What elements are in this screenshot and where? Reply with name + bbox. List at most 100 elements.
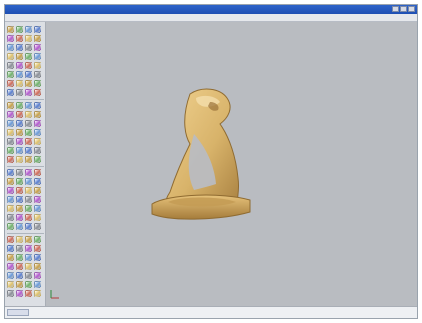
maximize-button[interactable] [400,6,407,12]
toolbar-tool-icon[interactable] [34,102,41,109]
toolbar-tool-icon[interactable] [25,89,32,96]
toolbar-tool-icon[interactable] [16,129,23,136]
toolbar-tool-icon[interactable] [34,129,41,136]
toolbar-tool-icon[interactable] [25,102,32,109]
toolbar-tool-icon[interactable] [25,223,32,230]
toolbar-tool-icon[interactable] [7,89,14,96]
toolbar-tool-icon[interactable] [7,138,14,145]
toolbar-tool-icon[interactable] [34,71,41,78]
toolbar-tool-icon[interactable] [34,80,41,87]
toolbar-tool-icon[interactable] [25,156,32,163]
toolbar-tool-icon[interactable] [7,254,14,261]
toolbar-tool-icon[interactable] [25,187,32,194]
toolbar-tool-icon[interactable] [7,53,14,60]
toolbar-tool-icon[interactable] [16,26,23,33]
toolbar-tool-icon[interactable] [16,196,23,203]
toolbar-tool-icon[interactable] [7,178,14,185]
toolbar-tool-icon[interactable] [34,26,41,33]
toolbar-tool-icon[interactable] [34,214,41,221]
toolbar-tool-icon[interactable] [7,147,14,154]
toolbar-tool-icon[interactable] [34,205,41,212]
toolbar-tool-icon[interactable] [25,138,32,145]
toolbar-tool-icon[interactable] [7,223,14,230]
toolbar-tool-icon[interactable] [7,214,14,221]
toolbar-tool-icon[interactable] [25,290,32,297]
toolbar-tool-icon[interactable] [25,263,32,270]
toolbar-tool-icon[interactable] [7,290,14,297]
toolbar-tool-icon[interactable] [25,196,32,203]
toolbar-tool-icon[interactable] [34,62,41,69]
toolbar-tool-icon[interactable] [34,178,41,185]
toolbar-tool-icon[interactable] [34,147,41,154]
toolbar-tool-icon[interactable] [34,236,41,243]
toolbar-tool-icon[interactable] [25,272,32,279]
toolbar-tool-icon[interactable] [25,178,32,185]
3d-viewport[interactable] [46,22,417,308]
toolbar-tool-icon[interactable] [34,272,41,279]
toolbar-tool-icon[interactable] [16,254,23,261]
toolbar-tool-icon[interactable] [25,254,32,261]
toolbar-tool-icon[interactable] [16,44,23,51]
toolbar-tool-icon[interactable] [16,187,23,194]
toolbar-tool-icon[interactable] [16,290,23,297]
toolbar-tool-icon[interactable] [7,169,14,176]
toolbar-tool-icon[interactable] [25,169,32,176]
toolbar-tool-icon[interactable] [16,205,23,212]
toolbar-tool-icon[interactable] [7,35,14,42]
toolbar-tool-icon[interactable] [16,178,23,185]
toolbar-tool-icon[interactable] [16,281,23,288]
toolbar-tool-icon[interactable] [16,245,23,252]
toolbar-tool-icon[interactable] [16,80,23,87]
toolbar-tool-icon[interactable] [16,272,23,279]
close-button[interactable] [408,6,415,12]
toolbar-tool-icon[interactable] [16,89,23,96]
toolbar-tool-icon[interactable] [7,187,14,194]
toolbar-tool-icon[interactable] [34,44,41,51]
toolbar-tool-icon[interactable] [7,62,14,69]
toolbar-tool-icon[interactable] [25,147,32,154]
toolbar-tool-icon[interactable] [34,223,41,230]
toolbar-tool-icon[interactable] [34,196,41,203]
toolbar-tool-icon[interactable] [34,169,41,176]
toolbar-tool-icon[interactable] [7,44,14,51]
toolbar-tool-icon[interactable] [16,53,23,60]
toolbar-tool-icon[interactable] [16,169,23,176]
toolbar-tool-icon[interactable] [25,245,32,252]
toolbar-tool-icon[interactable] [25,129,32,136]
toolbar-tool-icon[interactable] [7,205,14,212]
toolbar-tool-icon[interactable] [25,236,32,243]
toolbar-tool-icon[interactable] [34,138,41,145]
toolbar-tool-icon[interactable] [7,156,14,163]
toolbar-tool-icon[interactable] [25,205,32,212]
toolbar-tool-icon[interactable] [34,120,41,127]
toolbar-tool-icon[interactable] [25,120,32,127]
toolbar-tool-icon[interactable] [7,71,14,78]
toolbar-tool-icon[interactable] [7,281,14,288]
toolbar-tool-icon[interactable] [7,236,14,243]
toolbar-tool-icon[interactable] [25,26,32,33]
toolbar-tool-icon[interactable] [25,71,32,78]
toolbar-tool-icon[interactable] [7,263,14,270]
toolbar-tool-icon[interactable] [25,44,32,51]
toolbar-tool-icon[interactable] [34,254,41,261]
toolbar-tool-icon[interactable] [16,236,23,243]
toolbar-tool-icon[interactable] [34,156,41,163]
3d-model[interactable] [150,86,252,222]
toolbar-tool-icon[interactable] [34,187,41,194]
toolbar-tool-icon[interactable] [25,35,32,42]
toolbar-tool-icon[interactable] [16,111,23,118]
title-bar[interactable] [5,5,417,14]
toolbar-tool-icon[interactable] [34,89,41,96]
toolbar-tool-icon[interactable] [16,35,23,42]
toolbar-tool-icon[interactable] [25,80,32,87]
toolbar-tool-icon[interactable] [16,62,23,69]
toolbar-tool-icon[interactable] [34,245,41,252]
minimize-button[interactable] [392,6,399,12]
toolbar-tool-icon[interactable] [7,120,14,127]
toolbar-tool-icon[interactable] [34,263,41,270]
toolbar-tool-icon[interactable] [7,245,14,252]
toolbar-tool-icon[interactable] [25,62,32,69]
toolbar-tool-icon[interactable] [7,196,14,203]
toolbar-tool-icon[interactable] [34,111,41,118]
toolbar-tool-icon[interactable] [34,281,41,288]
